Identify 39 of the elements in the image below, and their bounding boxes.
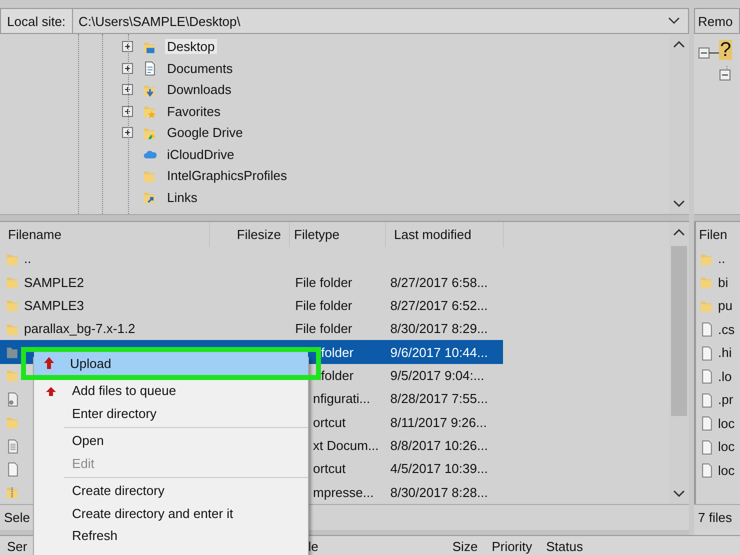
table-cell-text: 8/27/2017 6:52... [389,298,489,313]
remote-site-label: Remo [694,8,740,34]
table-cell-text: ortcut [312,461,347,476]
table-cell: .lo [718,368,732,384]
table-cell-text: 8/28/2017 7:55... [389,391,489,406]
table-cell-text: 9/6/2017 10:44... [389,344,489,360]
table-cell-text: folder [320,344,355,360]
table-cell: .hi [718,345,732,360]
table-cell-text: 8/30/2017 8:29... [389,321,489,336]
table-cell-text: xt Docum... [312,438,380,454]
table-cell-text: SAMPLE2 [24,274,85,290]
table-cell-text: 4/5/2017 10:39... [389,461,489,476]
table-cell: loc [718,462,735,478]
table-cell-text: SAMPLE3 [24,298,85,313]
table-cell-text: mpresse... [312,484,375,500]
status-text: Sele [4,510,30,525]
table-cell-text: 9/5/2017 9:04:... [389,368,486,383]
status-text: 7 files [698,510,732,525]
table-cell: .pr [718,392,734,408]
table-cell-text: folder [320,368,355,383]
table-cell-text: .. [24,251,32,266]
table-cell-text: File folder [294,274,354,290]
table-cell-text: File folder [294,298,354,313]
table-cell: loc [718,439,735,454]
unknown-server-icon: ? [719,40,732,60]
table-cell: .cs [718,322,735,337]
table-cell: .. [718,251,726,266]
table-cell: pu [718,298,732,314]
table-cell-text: File folder [294,321,354,336]
table-cell-text: 8/27/2017 6:58... [389,274,489,290]
table-cell-text: 8/8/2017 10:26... [389,438,489,454]
table-cell-text: 8/30/2017 8:28... [389,484,489,500]
table-cell-text: 8/11/2017 9:26... [389,414,488,430]
table-cell-text: nfigurati... [312,391,372,406]
table-cell-text: parallax_bg-7.x-1.2 [24,321,136,336]
path-text: C:\Users\SAMPLE\Desktop\ [78,14,240,28]
table-cell-text: ortcut [312,414,347,430]
table-cell: bi [718,274,728,290]
table-cell: loc [718,416,735,431]
